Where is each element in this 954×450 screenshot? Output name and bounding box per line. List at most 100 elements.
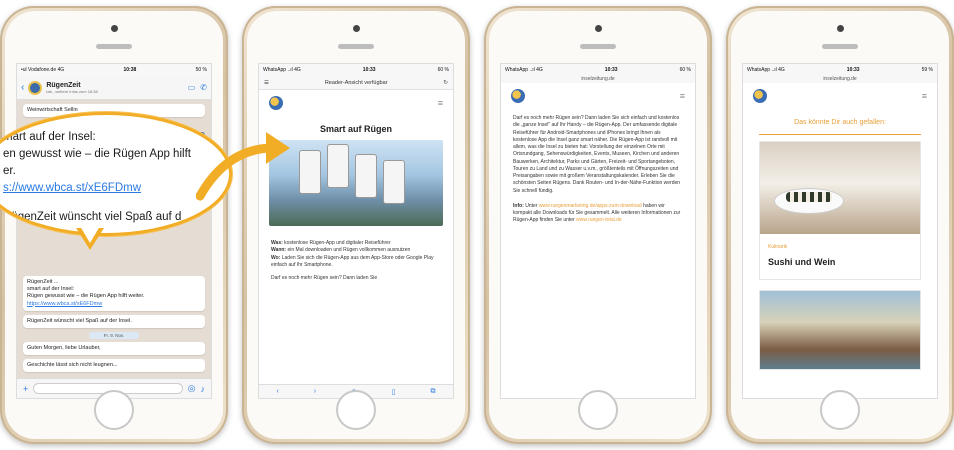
phone-mockup <box>383 160 405 204</box>
url-bar[interactable]: inselzeitung.de <box>501 76 695 83</box>
message-text: Weinwirtschaft Sellin <box>27 107 78 113</box>
callout-line: RügenZeit wünscht viel Spaß auf d <box>3 211 182 223</box>
info-paragraph: Info: Unter www.ruegenmarketing.de/apps-… <box>513 202 681 224</box>
speaker <box>96 44 132 49</box>
article-image <box>269 140 443 226</box>
message-text: smart auf der Insel: <box>27 286 75 293</box>
clock: 10:38 <box>123 67 137 73</box>
info-link[interactable]: www.ruegen-total.de <box>576 217 622 223</box>
home-button[interactable] <box>336 390 376 430</box>
status-bar: WhatsApp ..ıl 4G 10:33 60 % <box>259 64 453 76</box>
bookmarks-icon[interactable]: ▯ <box>392 388 396 396</box>
callout-line: er. <box>3 165 16 177</box>
url-bar[interactable]: inselzeitung.de <box>743 76 937 83</box>
article-card[interactable]: Kulinarik Sushi und Wein <box>759 141 921 280</box>
message-text: Guten Morgen, liebe Urlauber, <box>27 344 101 351</box>
phone-3: WhatsApp ..ıl 4G 10:33 60 % inselzeitung… <box>484 6 712 444</box>
clock: 10:33 <box>846 67 860 73</box>
phone-mockup <box>355 154 377 198</box>
speaker <box>338 44 374 49</box>
site-logo[interactable] <box>753 89 767 103</box>
home-button[interactable] <box>94 390 134 430</box>
camera-icon <box>111 25 118 32</box>
camera-icon <box>837 25 844 32</box>
microphone-icon[interactable]: ♪ <box>201 384 206 394</box>
home-button[interactable] <box>820 390 860 430</box>
carrier: WhatsApp ..ıl 4G <box>505 67 543 73</box>
site-header: ≡ <box>259 90 453 116</box>
message-bubble[interactable]: RügenZeit ... smart auf der Insel: Rügen… <box>23 276 205 311</box>
menu-icon[interactable]: ≡ <box>680 91 685 101</box>
article-paragraph: Wo: Laden Sie sich die Rügen-App aus dem… <box>271 254 434 268</box>
message-bubble[interactable]: RügenZeit wünscht viel Spaß auf der Inse… <box>23 314 205 328</box>
status-bar: •ul Vodafone.de 4G 10:38 50 % <box>17 64 211 76</box>
video-call-icon[interactable]: ▭ <box>188 83 196 92</box>
message-bubble[interactable]: Geschichte lässt sich nicht leugnen... <box>23 358 205 373</box>
article-paragraph: Darf es noch mehr Rügen sein? Dann laden… <box>271 275 378 281</box>
avatar[interactable] <box>28 80 43 95</box>
chat-subtitle: tab., weitere Infos zum 18:38 <box>46 88 98 94</box>
message-text: Geschichte lässt sich nicht leugnen... <box>27 361 118 368</box>
phone-4: WhatsApp ..ıl 4G 10:33 59 % inselzeitung… <box>726 6 954 444</box>
message-link[interactable]: https://www.wbca.st/xE6FDmw <box>27 301 201 308</box>
article-paragraph: Was: kostenlose Rügen-App und digitaler … <box>271 240 391 246</box>
phone-icon[interactable]: ✆ <box>200 83 207 92</box>
reader-bar: ☰ Reader-Ansicht verfügbar ↻ <box>259 76 453 90</box>
phone-mockup <box>299 150 321 194</box>
suggestions-heading: Das könnte Dir auch gefallen: <box>794 119 886 126</box>
site-logo[interactable] <box>511 89 525 103</box>
message-text: RügenZeit wünscht viel Spaß auf der Inse… <box>27 317 132 324</box>
clock: 10:33 <box>362 67 376 73</box>
chat-header: ‹ RügenZeit tab., weitere Infos zum 18:3… <box>17 76 211 100</box>
battery: 60 % <box>437 67 449 73</box>
camera-icon <box>595 25 602 32</box>
phone-mockup <box>327 144 349 188</box>
tabs-icon[interactable]: ⧉ <box>431 388 436 396</box>
article-text-screen: WhatsApp ..ıl 4G 10:33 60 % inselzeitung… <box>500 63 696 399</box>
reload-icon[interactable]: ↻ <box>443 80 448 86</box>
forward-icon[interactable]: › <box>314 388 316 395</box>
composite-illustration: •ul Vodafone.de 4G 10:38 50 % ‹ RügenZei… <box>0 0 954 450</box>
menu-icon[interactable]: ≡ <box>438 98 443 108</box>
site-header: ≡ <box>743 83 937 109</box>
battery: 50 % <box>195 67 207 73</box>
divider <box>759 134 921 135</box>
site-logo[interactable] <box>269 96 283 110</box>
clock: 10:33 <box>604 67 618 73</box>
sushi <box>786 192 832 202</box>
message-text: Rügen gewusst wie – die Rügen App hilft … <box>27 293 145 300</box>
battery: 60 % <box>679 67 691 73</box>
message-text: RügenZeit ... <box>27 279 59 286</box>
arrow-icon <box>196 132 290 201</box>
card-category[interactable]: Kulinarik <box>760 234 920 253</box>
callout-line: mart auf der Insel: <box>3 131 96 143</box>
home-button[interactable] <box>578 390 618 430</box>
plus-icon[interactable]: + <box>23 384 28 394</box>
carrier: •ul Vodafone.de 4G <box>21 67 65 73</box>
message-bubble[interactable]: Guten Morgen, liebe Urlauber, <box>23 341 205 355</box>
carrier: WhatsApp ..ıl 4G <box>263 67 301 73</box>
status-bar: WhatsApp ..ıl 4G 10:33 59 % <box>743 64 937 76</box>
battery: 59 % <box>921 67 933 73</box>
date-chip: Fr. 9. Nov. <box>89 331 139 339</box>
menu-icon[interactable]: ≡ <box>922 91 927 101</box>
back-icon[interactable]: ‹ <box>21 82 24 93</box>
chat-title[interactable]: RügenZeit <box>46 82 97 89</box>
site-header: ≡ <box>501 83 695 109</box>
callout-pointer-inner <box>80 226 100 243</box>
speaker <box>822 44 858 49</box>
article-paragraph: Wann: ein Mal downloaden und Rügen vollk… <box>271 247 411 254</box>
callout-link[interactable]: s://www.wbca.st/xE6FDmw <box>3 182 141 194</box>
article-card-image[interactable] <box>759 290 921 370</box>
back-icon[interactable]: ‹ <box>276 388 278 395</box>
card-title[interactable]: Sushi und Wein <box>760 253 920 279</box>
speaker <box>580 44 616 49</box>
card-image[interactable] <box>760 142 920 234</box>
suggestions-screen: WhatsApp ..ıl 4G 10:33 59 % inselzeitung… <box>742 63 938 399</box>
reader-label[interactable]: Reader-Ansicht verfügbar <box>269 80 443 86</box>
status-bar: WhatsApp ..ıl 4G 10:33 60 % <box>501 64 695 76</box>
article-screen: WhatsApp ..ıl 4G 10:33 60 % ☰ Reader-Ans… <box>258 63 454 399</box>
camera-icon <box>353 25 360 32</box>
camera-icon[interactable]: ◎ <box>188 383 196 394</box>
info-link[interactable]: www.ruegenmarketing.de/apps-zum-download <box>539 203 642 209</box>
